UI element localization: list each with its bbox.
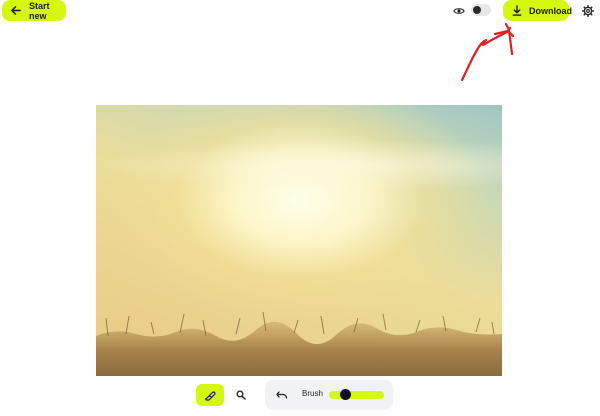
undo-icon bbox=[276, 390, 288, 400]
undo-button[interactable] bbox=[275, 388, 289, 402]
eraser-tool-button[interactable] bbox=[196, 384, 224, 406]
brush-size-thumb[interactable] bbox=[340, 389, 351, 400]
editor-canvas-image[interactable] bbox=[96, 105, 502, 376]
download-button[interactable]: Download bbox=[503, 0, 572, 21]
brush-panel: Brush bbox=[265, 380, 393, 410]
gear-icon[interactable] bbox=[581, 4, 595, 18]
download-label: Download bbox=[529, 5, 572, 16]
download-icon bbox=[512, 5, 522, 16]
start-new-label: Start new bbox=[29, 0, 50, 21]
zoom-icon bbox=[236, 390, 246, 400]
eye-icon[interactable] bbox=[452, 4, 466, 18]
arrow-left-icon bbox=[10, 5, 21, 16]
compare-toggle[interactable] bbox=[471, 4, 491, 16]
start-new-button[interactable]: Start new bbox=[2, 0, 66, 21]
wheat-grass bbox=[96, 311, 502, 376]
bottom-toolbar: Brush bbox=[0, 380, 600, 414]
brush-label: Brush bbox=[302, 389, 323, 398]
sky-haze bbox=[96, 135, 502, 195]
annotation-arrow bbox=[460, 22, 515, 82]
eraser-icon bbox=[204, 389, 216, 401]
brush-size-slider[interactable] bbox=[329, 389, 384, 400]
toggle-knob bbox=[473, 6, 481, 14]
zoom-tool-button[interactable] bbox=[232, 386, 250, 404]
